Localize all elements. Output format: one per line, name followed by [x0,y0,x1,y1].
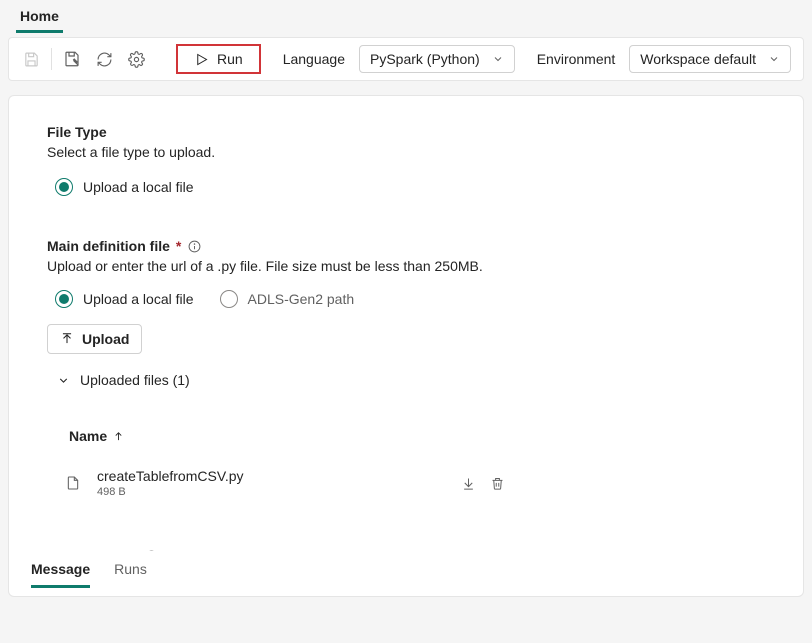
save-icon [17,45,45,73]
main-def-radio-local-label: Upload a local file [83,291,194,307]
tab-message[interactable]: Message [31,561,90,588]
sort-asc-icon [113,431,124,442]
uploaded-file-row: createTablefromCSV.py 498 B [65,464,765,502]
main-def-radio-adls-label: ADLS-Gen2 path [248,291,355,307]
separator [51,48,52,70]
uploaded-files-expander[interactable]: Uploaded files (1) [57,372,765,388]
play-icon [194,52,209,67]
chevron-down-icon [57,374,70,387]
save-as-icon[interactable] [58,45,86,73]
delete-file-button[interactable] [490,476,505,491]
run-button-label: Run [217,51,243,67]
column-header-name-label: Name [69,428,107,444]
file-name: createTablefromCSV.py [97,468,244,484]
uploaded-files-header: Uploaded files (1) [80,372,190,388]
file-type-title: File Type [47,124,765,140]
file-type-subtitle: Select a file type to upload. [47,144,765,160]
main-def-radio-adls[interactable] [220,290,238,308]
required-asterisk: * [176,238,181,254]
output-tabs: Message Runs [31,551,781,596]
tab-home[interactable]: Home [16,0,63,33]
main-def-title: Main definition file [47,238,170,254]
column-header-name[interactable]: Name [69,428,765,444]
run-button[interactable]: Run [176,44,261,74]
tab-runs[interactable]: Runs [114,561,147,588]
language-value: PySpark (Python) [370,51,480,67]
language-label: Language [283,51,345,67]
upload-button-label: Upload [82,331,129,347]
settings-icon[interactable] [122,45,150,73]
chevron-down-icon [768,53,780,65]
main-def-subtitle: Upload or enter the url of a .py file. F… [47,258,765,274]
upload-button[interactable]: Upload [47,324,142,354]
chevron-down-icon [492,53,504,65]
job-config-panel: File Type Select a file type to upload. … [8,95,804,597]
refresh-icon[interactable] [90,45,118,73]
file-type-radio-local[interactable] [55,178,73,196]
main-def-radio-local[interactable] [55,290,73,308]
toolbar: Run Language PySpark (Python) Environmen… [8,37,804,81]
environment-value: Workspace default [640,51,756,67]
language-dropdown[interactable]: PySpark (Python) [359,45,515,73]
file-type-radio-local-label: Upload a local file [83,179,194,195]
file-size: 498 B [97,486,244,498]
info-icon[interactable] [187,239,201,253]
environment-dropdown[interactable]: Workspace default [629,45,791,73]
upload-icon [60,332,74,346]
download-file-button[interactable] [461,476,476,491]
environment-label: Environment [537,51,616,67]
file-icon [65,475,83,491]
